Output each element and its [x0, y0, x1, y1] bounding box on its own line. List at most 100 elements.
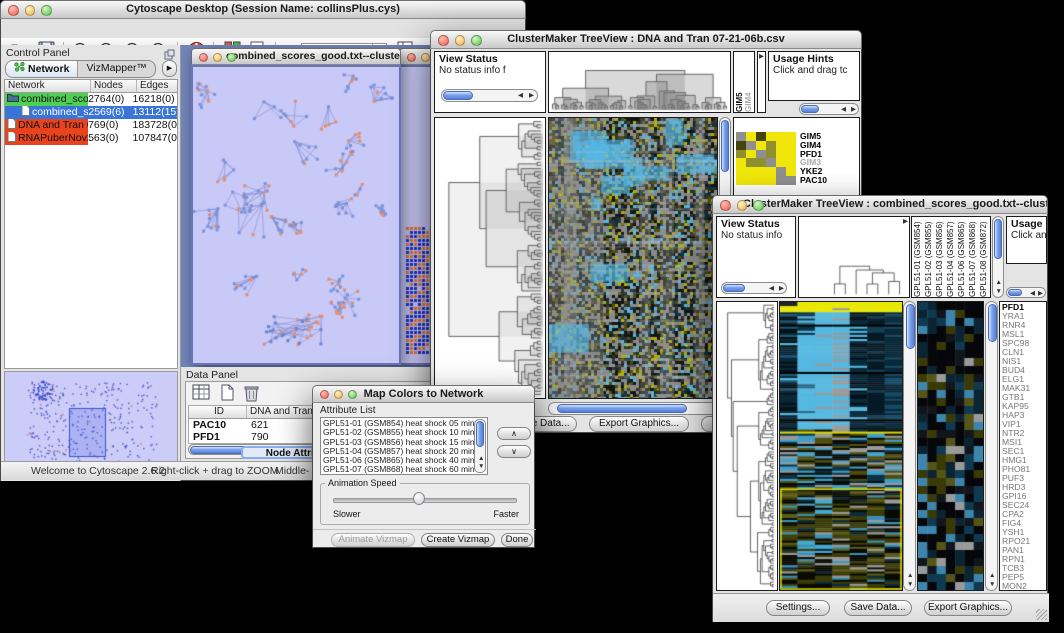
move-up-button[interactable]: ∧ [497, 427, 531, 440]
tv2-heatmap-vscroll[interactable]: ▲ ▼ [903, 301, 916, 591]
network-row[interactable]: combined_scores2764(0)16218(0) [5, 93, 177, 106]
scroll-left-icon[interactable]: ◀ [1030, 291, 1035, 298]
zoom-heatmap-cell[interactable] [746, 176, 756, 185]
zoom-button[interactable] [227, 53, 236, 62]
scroll-right-icon[interactable]: ▶ [851, 107, 856, 114]
scroll-thumb[interactable] [721, 120, 729, 172]
scroll-left-icon[interactable]: ◀ [518, 93, 523, 100]
speed-slider-thumb[interactable] [413, 492, 425, 505]
close-button[interactable] [438, 35, 449, 46]
zoom-heatmap-cell[interactable] [786, 141, 796, 150]
scroll-right-icon[interactable]: ▶ [1038, 291, 1043, 298]
speed-slider-track[interactable] [333, 498, 517, 503]
zoom-heatmap-cell[interactable] [766, 150, 776, 159]
tab-overflow-button[interactable]: ▶ [162, 60, 177, 77]
dialog-titlebar[interactable]: Map Colors to Network [312, 385, 535, 403]
zoom-heatmap-cell[interactable] [786, 150, 796, 159]
zoom-heatmap-cell[interactable] [756, 158, 766, 167]
zoom-heatmap-cell[interactable] [746, 141, 756, 150]
treeview1-titlebar[interactable]: ClusterMaker TreeView : DNA and Tran 07-… [430, 30, 862, 49]
trash-icon[interactable] [240, 384, 262, 405]
zoom-button[interactable] [753, 200, 764, 211]
collapse-icon[interactable]: ▶ [903, 219, 908, 226]
export-graphics-button[interactable]: Export Graphics... [589, 416, 689, 432]
scroll-thumb[interactable] [557, 404, 687, 413]
scroll-thumb[interactable] [801, 105, 819, 113]
scroll-right-icon[interactable]: ▶ [529, 93, 534, 100]
network-row[interactable]: RNAPuberNov2+563(0)107847(0) [5, 132, 177, 145]
scroll-thumb[interactable] [988, 304, 997, 342]
scroll-thumb[interactable] [476, 421, 484, 447]
scroll-thumb[interactable] [1008, 289, 1022, 296]
done-button[interactable]: Done [501, 533, 533, 547]
zoom-heatmap-cell[interactable] [736, 132, 746, 141]
zoom-button[interactable] [471, 35, 482, 46]
tv2-zoom-vscroll[interactable]: ▲ ▼ [985, 301, 998, 591]
settings-button[interactable]: Settings... [766, 600, 830, 616]
zoom-heatmap-cell[interactable] [776, 176, 786, 185]
heatmap-canvas[interactable] [549, 118, 717, 398]
tv2-labels-vscroll[interactable]: ▲ ▼ [992, 216, 1004, 298]
treeview2-titlebar[interactable]: ClusterMaker TreeView : combined_scores_… [712, 195, 1048, 214]
scroll-thumb[interactable] [906, 304, 915, 349]
network-view-canvas[interactable] [193, 67, 399, 363]
heatmap-canvas[interactable] [780, 302, 902, 590]
network-row[interactable]: combined_sco2569(6)13112(15) [5, 106, 177, 119]
row-dendrogram-canvas[interactable] [435, 118, 545, 398]
close-button[interactable] [407, 53, 416, 62]
attribute-list-vscroll[interactable]: ▲ ▼ [474, 419, 486, 473]
zoom-heatmap-cell[interactable] [746, 132, 756, 141]
scroll-up-icon[interactable]: ▲ [989, 573, 995, 580]
zoom-heatmap-cell[interactable] [736, 141, 746, 150]
column-dendrogram-canvas[interactable] [799, 217, 909, 297]
scroll-thumb[interactable] [723, 284, 745, 292]
minimize-button[interactable] [25, 5, 36, 16]
zoom-heatmap-cell[interactable] [776, 141, 786, 150]
attribute-list[interactable]: GPL51-01 (GSM854) heat shock 05 minGPL51… [320, 417, 488, 475]
col-network[interactable]: Network [5, 80, 91, 92]
tv1-splitter-strip[interactable]: ▶ [757, 51, 766, 113]
save-data-button[interactable]: Save Data... [844, 600, 912, 616]
zoom-heatmap-cell[interactable] [756, 141, 766, 150]
new-page-icon[interactable] [216, 384, 238, 405]
zoom-button[interactable] [348, 390, 357, 399]
zoom-heatmap-cell[interactable] [786, 167, 796, 176]
zoom-heatmap[interactable] [736, 132, 796, 185]
close-button[interactable] [8, 5, 19, 16]
minimize-button[interactable] [421, 53, 430, 62]
zoom-heatmap-cell[interactable] [746, 150, 756, 159]
scroll-down-icon[interactable]: ▼ [478, 464, 484, 471]
row-dendrogram-canvas[interactable] [717, 302, 777, 590]
scroll-thumb[interactable] [443, 91, 473, 100]
zoom-heatmap-cell[interactable] [756, 167, 766, 176]
tv2-usage-hscroll[interactable]: ◀ ▶ [1006, 287, 1046, 298]
minimize-button[interactable] [737, 200, 748, 211]
minimize-button[interactable] [334, 390, 343, 399]
zoom-heatmap-cell[interactable] [736, 150, 746, 159]
scroll-left-icon[interactable]: ◀ [769, 286, 774, 293]
column-dendrogram-canvas[interactable] [549, 52, 730, 112]
zoom-heatmap-cell[interactable] [746, 167, 756, 176]
zoom-heatmap-cell[interactable] [756, 176, 766, 185]
zoom-heatmap-cell[interactable] [746, 158, 756, 167]
export-graphics-button[interactable]: Export Graphics... [924, 600, 1012, 616]
zoom-heatmap-cell[interactable] [766, 132, 776, 141]
col-edges[interactable]: Edges [137, 80, 177, 92]
tv2-status-hscroll[interactable]: ◀ ▶ [721, 282, 787, 294]
close-button[interactable] [199, 53, 208, 62]
tab-network[interactable]: Network [6, 61, 77, 77]
scroll-up-icon[interactable]: ▲ [907, 573, 913, 580]
zoom-heatmap-cell[interactable] [756, 150, 766, 159]
scroll-down-icon[interactable]: ▼ [989, 582, 995, 589]
zoom-heatmap-cell[interactable] [786, 158, 796, 167]
zoom-heatmap-cell[interactable] [736, 158, 746, 167]
scroll-up-icon[interactable]: ▲ [478, 456, 484, 463]
close-button[interactable] [320, 390, 329, 399]
zoom-heatmap-cell[interactable] [756, 132, 766, 141]
scroll-up-icon[interactable]: ▲ [996, 280, 1002, 287]
zoom-heatmap-cell[interactable] [766, 141, 776, 150]
close-button[interactable] [720, 200, 731, 211]
create-vizmap-button[interactable]: Create Vizmap [421, 533, 495, 547]
zoom-heatmap-cell[interactable] [736, 167, 746, 176]
zoom-heatmap-cell[interactable] [786, 176, 796, 185]
